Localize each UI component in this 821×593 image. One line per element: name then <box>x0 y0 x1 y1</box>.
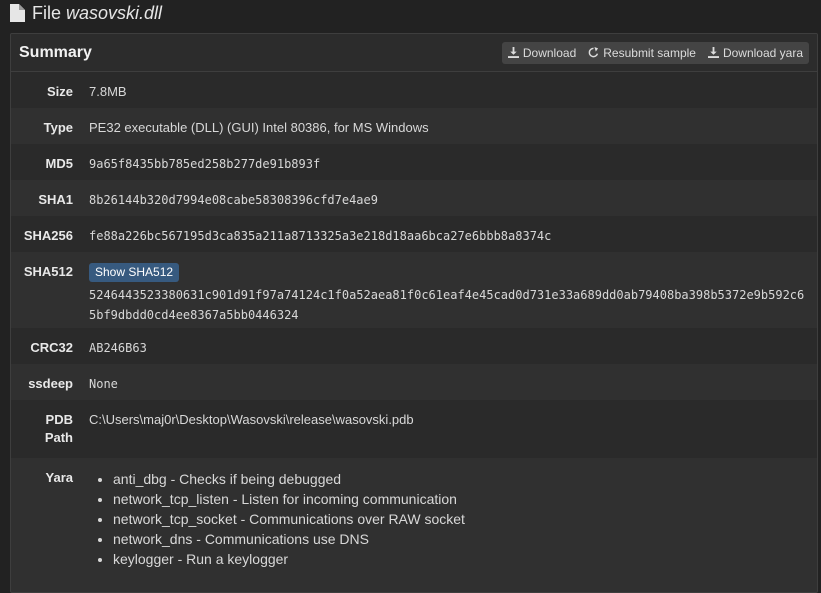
summary-panel: Summary Download Resubmit sample Downloa… <box>10 33 818 593</box>
download-button-label: Download <box>522 45 577 60</box>
table-row-sha512: SHA512 Show SHA512 5246443523380631c901d… <box>11 252 817 328</box>
table-row-md5: MD5 9a65f8435bb785ed258b277de91b893f <box>11 144 817 180</box>
summary-header: Summary Download Resubmit sample Downloa… <box>11 34 817 72</box>
ssdeep-value: None <box>89 377 118 391</box>
download-yara-button-label: Download yara <box>722 45 803 60</box>
yara-label: Yara <box>45 470 73 485</box>
list-item: network_tcp_listen - Listen for incoming… <box>113 489 809 509</box>
file-prefix: File <box>32 2 62 23</box>
download-yara-button[interactable]: Download yara <box>701 41 809 64</box>
sha1-label: SHA1 <box>38 192 73 207</box>
file-header: File wasovski.dll <box>10 0 162 26</box>
sha256-value: fe88a226bc567195d3ca835a211a8713325a3e21… <box>89 229 552 243</box>
summary-table: Size 7.8MB Type PE32 executable (DLL) (G… <box>11 72 817 578</box>
pdb-path-label: PDB Path <box>11 400 73 458</box>
table-row-pdb-path: PDB Path C:\Users\maj0r\Desktop\Wasovski… <box>11 400 817 458</box>
table-row-ssdeep: ssdeep None <box>11 364 817 400</box>
show-sha512-button[interactable]: Show SHA512 <box>89 263 180 282</box>
refresh-icon <box>588 47 599 58</box>
download-icon <box>507 47 519 58</box>
table-row-type: Type PE32 executable (DLL) (GUI) Intel 8… <box>11 108 817 144</box>
sha512-cell: Show SHA512 5246443523380631c901d91f97a7… <box>73 252 817 328</box>
crc32-label: CRC32 <box>30 340 73 355</box>
list-item: network_tcp_socket - Communications over… <box>113 509 809 529</box>
file-name: wasovski.dll <box>66 2 163 23</box>
list-item: network_dns - Communications use DNS <box>113 529 809 549</box>
pdb-label-line1: PDB <box>45 412 73 427</box>
yara-cell: anti_dbg - Checks if being debugged netw… <box>73 458 817 578</box>
pdb-label-line2: Path <box>44 430 73 445</box>
crc32-value: AB246B63 <box>89 341 147 355</box>
size-value: 7.8MB <box>89 84 127 99</box>
sha512-label: SHA512 <box>23 264 73 279</box>
sha512-value: 5246443523380631c901d91f97a74124c1f0a52a… <box>89 288 805 322</box>
table-row-crc32: CRC32 AB246B63 <box>11 328 817 364</box>
sha256-label: SHA256 <box>23 228 73 243</box>
yara-list: anti_dbg - Checks if being debugged netw… <box>89 469 809 569</box>
list-item: keylogger - Run a keylogger <box>113 549 809 569</box>
resubmit-button-label: Resubmit sample <box>603 45 696 60</box>
table-row-sha1: SHA1 8b26144b320d7994e08cabe58308396cfd7… <box>11 180 817 216</box>
table-row-sha256: SHA256 fe88a226bc567195d3ca835a211a87133… <box>11 216 817 252</box>
type-value: PE32 executable (DLL) (GUI) Intel 80386,… <box>89 120 429 135</box>
pdb-path-value: C:\Users\maj0r\Desktop\Wasovski\release\… <box>89 412 414 427</box>
download-icon <box>707 47 719 58</box>
list-item: anti_dbg - Checks if being debugged <box>113 469 809 489</box>
md5-value: 9a65f8435bb785ed258b277de91b893f <box>89 157 321 171</box>
type-label: Type <box>43 120 73 135</box>
size-label: Size <box>46 84 73 99</box>
table-row-size: Size 7.8MB <box>11 72 817 108</box>
table-row-yara: Yara anti_dbg - Checks if being debugged… <box>11 458 817 578</box>
summary-title: Summary <box>19 43 92 61</box>
resubmit-sample-button[interactable]: Resubmit sample <box>582 41 702 64</box>
file-icon <box>10 4 25 22</box>
ssdeep-label: ssdeep <box>28 376 73 391</box>
sha1-value: 8b26144b320d7994e08cabe58308396cfd7e4ae9 <box>89 193 378 207</box>
download-button[interactable]: Download <box>501 41 583 64</box>
md5-label: MD5 <box>45 156 73 171</box>
summary-actions: Download Resubmit sample Download yara <box>501 41 809 64</box>
